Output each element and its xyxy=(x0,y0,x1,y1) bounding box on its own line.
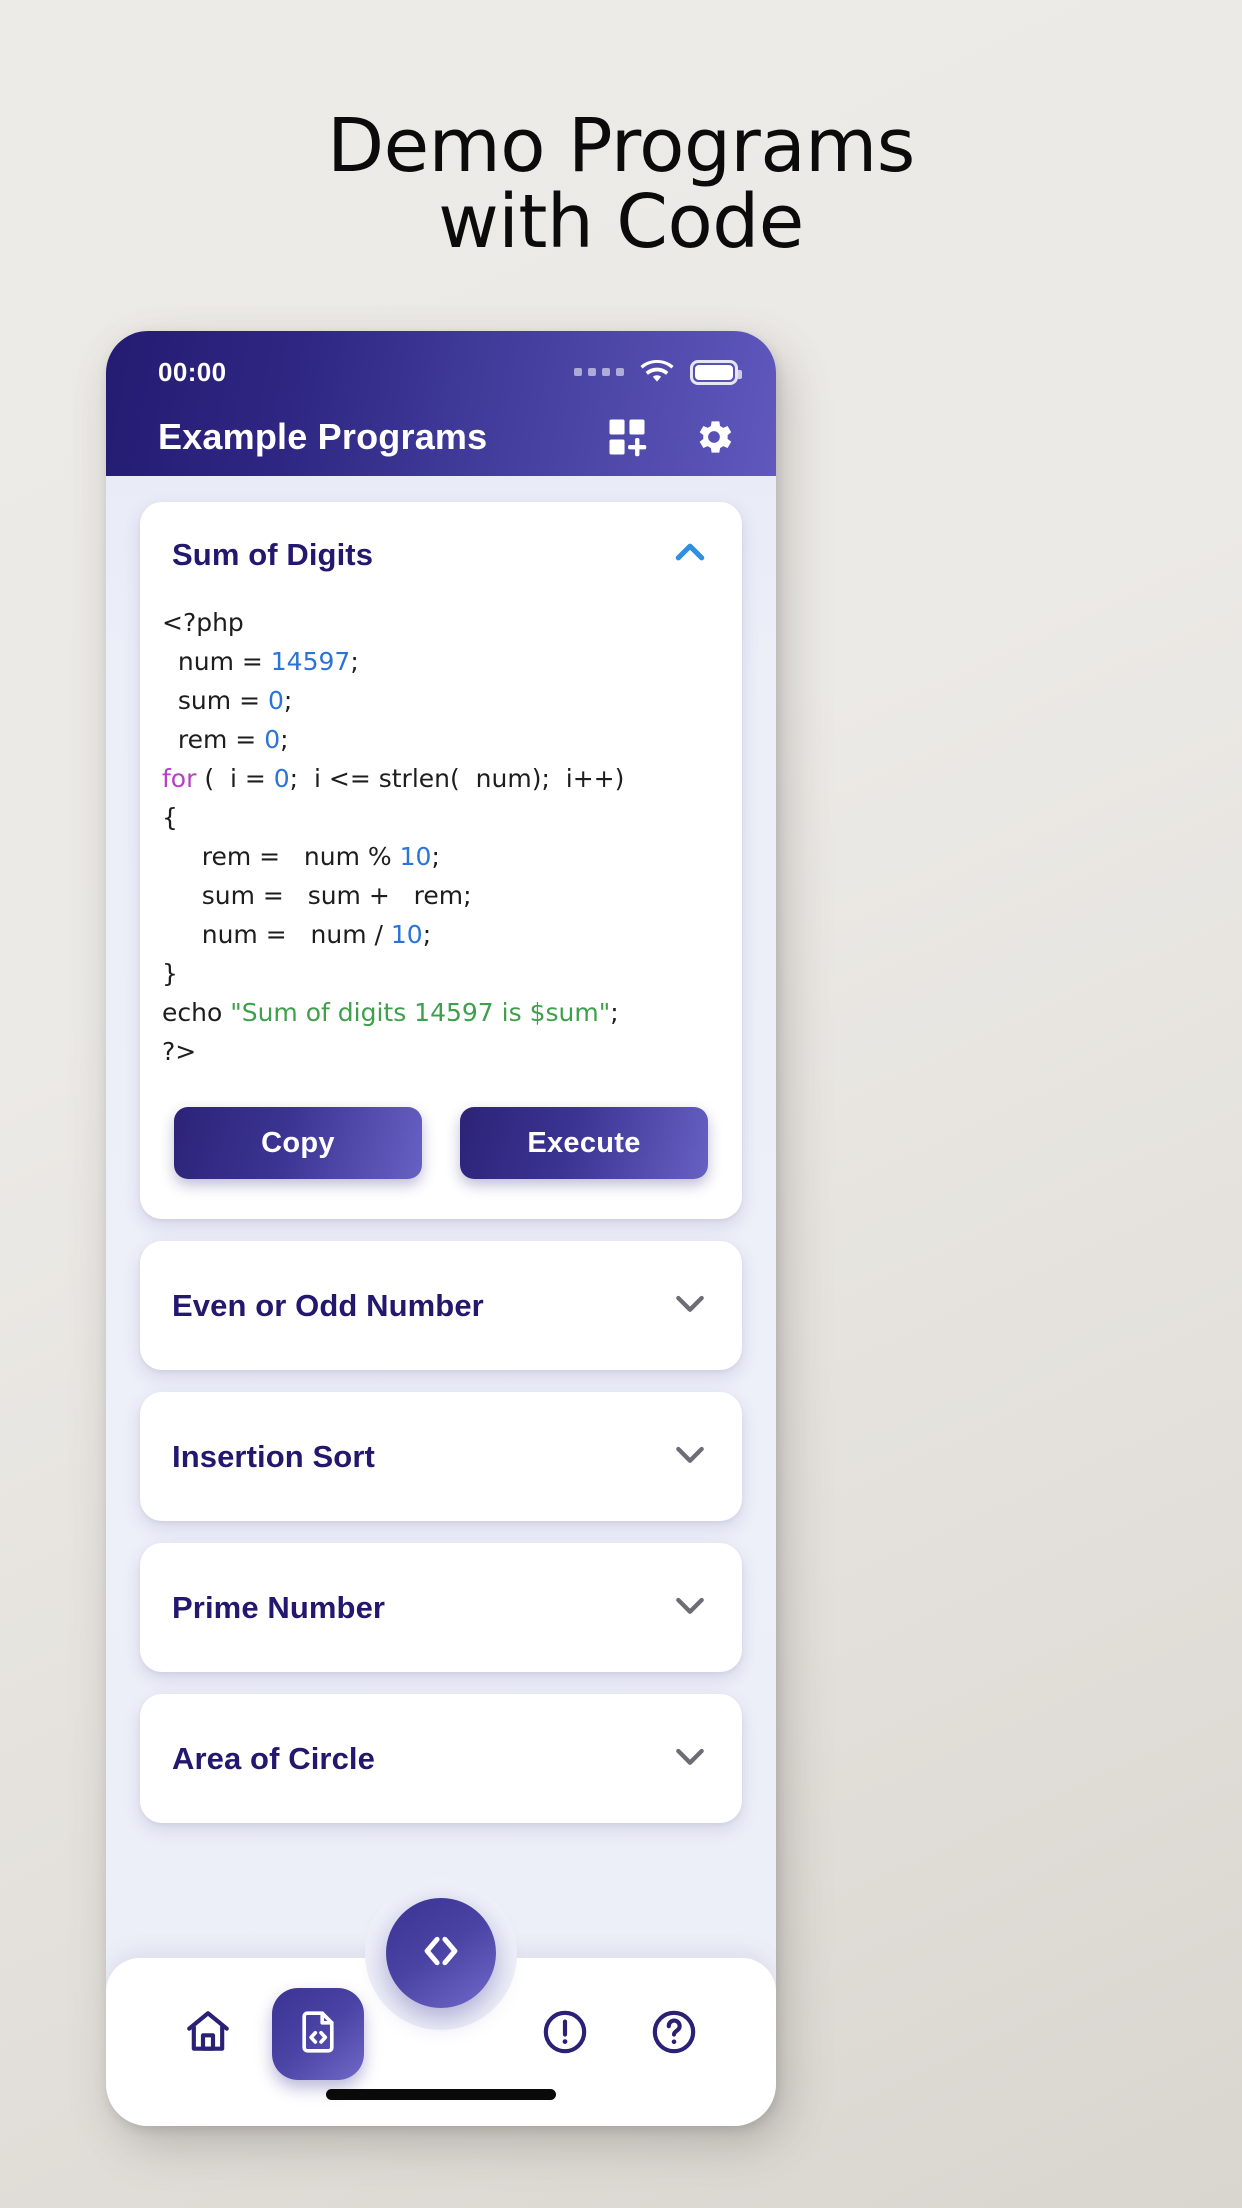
code-line: num = 14597; xyxy=(162,647,359,676)
nav-info[interactable] xyxy=(519,1988,611,2080)
code-fab[interactable] xyxy=(386,1898,496,2008)
app-bar-actions xyxy=(606,415,736,459)
code-line: rem = num % 10; xyxy=(162,842,440,871)
chevron-up-icon[interactable] xyxy=(670,532,710,577)
nav-help[interactable] xyxy=(628,1988,720,2080)
app-bar-row: Example Programs xyxy=(106,397,776,476)
program-card-title: Sum of Digits xyxy=(172,536,374,572)
exclamation-circle-icon xyxy=(540,2007,590,2062)
home-indicator[interactable] xyxy=(326,2089,556,2100)
code-line: ?> xyxy=(162,1037,197,1066)
code-line: echo "Sum of digits 14597 is $sum"; xyxy=(162,998,619,1027)
page-title-line-1: Demo Programs xyxy=(327,103,915,189)
program-card-title: Even or Odd Number xyxy=(172,1287,484,1323)
program-card-title: Area of Circle xyxy=(172,1740,375,1776)
add-grid-icon[interactable] xyxy=(606,416,648,458)
code-line: num = num / 10; xyxy=(162,920,432,949)
home-icon xyxy=(183,2007,233,2062)
program-list: Sum of Digits <?php num = 14597; sum = 0… xyxy=(106,476,776,2126)
chevron-down-icon[interactable] xyxy=(670,1736,710,1781)
page-title: Demo Programs with Code xyxy=(0,108,1242,266)
bottom-nav-zone xyxy=(106,1878,776,2126)
angle-brackets-icon xyxy=(415,1925,467,1982)
gear-icon[interactable] xyxy=(692,415,736,459)
code-line: sum = sum + rem; xyxy=(162,881,472,910)
question-circle-icon xyxy=(649,2007,699,2062)
copy-button[interactable]: Copy xyxy=(174,1107,422,1179)
file-code-icon xyxy=(295,2009,341,2060)
chevron-down-icon[interactable] xyxy=(670,1585,710,1630)
code-line: { xyxy=(162,803,178,832)
status-icons xyxy=(574,359,742,385)
app-bar: 00:00 Example Programs xyxy=(106,331,776,476)
program-actions: Copy Execute xyxy=(140,1071,742,1219)
program-card-title: Prime Number xyxy=(172,1589,386,1625)
execute-button[interactable]: Execute xyxy=(460,1107,708,1179)
program-card-title: Insertion Sort xyxy=(172,1438,375,1474)
code-line: } xyxy=(162,959,178,988)
battery-full-icon xyxy=(690,359,742,385)
code-line: sum = 0; xyxy=(162,686,293,715)
chevron-down-icon[interactable] xyxy=(670,1434,710,1479)
program-card-prime-number: Prime Number xyxy=(140,1543,742,1672)
app-title: Example Programs xyxy=(158,415,488,457)
program-card-header[interactable]: Sum of Digits xyxy=(140,502,742,601)
program-card-header[interactable]: Prime Number xyxy=(140,1543,742,1672)
signal-dots-icon xyxy=(574,368,624,376)
program-card-header[interactable]: Insertion Sort xyxy=(140,1392,742,1521)
phone-mockup: 00:00 Example Programs Sum of Digits <?p… xyxy=(106,331,776,2126)
code-block: <?php num = 14597; sum = 0; rem = 0; for… xyxy=(140,601,742,1071)
wifi-icon xyxy=(640,360,674,384)
program-card-even-or-odd-number: Even or Odd Number xyxy=(140,1241,742,1370)
chevron-down-icon[interactable] xyxy=(670,1283,710,1328)
program-card-sum-of-digits: Sum of Digits <?php num = 14597; sum = 0… xyxy=(140,502,742,1219)
status-time: 00:00 xyxy=(158,356,227,387)
code-line: <?php xyxy=(162,608,244,637)
nav-home[interactable] xyxy=(162,1988,254,2080)
page-title-line-2: with Code xyxy=(438,179,804,266)
program-card-area-of-circle: Area of Circle xyxy=(140,1694,742,1823)
program-card-insertion-sort: Insertion Sort xyxy=(140,1392,742,1521)
program-card-header[interactable]: Area of Circle xyxy=(140,1694,742,1823)
code-line: rem = 0; xyxy=(162,725,289,754)
code-line: for ( i = 0; i <= strlen( num); i++) xyxy=(162,764,625,793)
nav-code-file[interactable] xyxy=(271,1988,364,2080)
status-bar: 00:00 xyxy=(106,331,776,397)
program-card-header[interactable]: Even or Odd Number xyxy=(140,1241,742,1370)
